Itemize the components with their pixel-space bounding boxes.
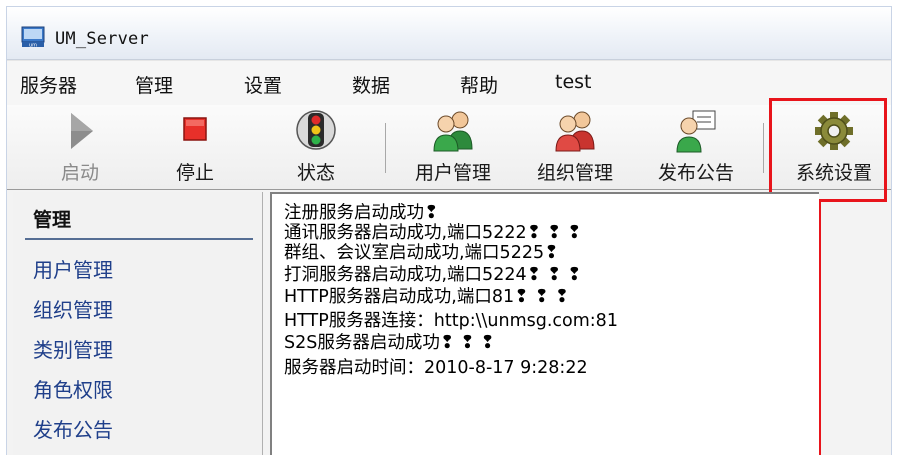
log-line: 打洞服务器启动成功,端口5224❢ ❢ ❢ — [284, 265, 582, 285]
status-button[interactable]: 状态 — [281, 105, 351, 189]
play-icon — [71, 113, 93, 149]
toolbar-separator — [763, 123, 764, 173]
log-line: HTTP服务器启动成功,端口81❢ ❢ ❢ — [284, 287, 570, 307]
organization-management-label: 组织管理 — [536, 162, 613, 184]
panel-divider — [25, 238, 253, 240]
user-management-label: 用户管理 — [414, 162, 491, 184]
log-line: 服务器启动时间：2010-8-17 9:28:22 — [284, 358, 588, 378]
sidebar-item-user-management[interactable]: 用户管理 — [33, 254, 113, 283]
svg-text:um: um — [29, 43, 37, 49]
sidebar-item-organization-management[interactable]: 组织管理 — [33, 294, 113, 323]
log-output[interactable]: 注册服务启动成功❢ 通讯服务器启动成功,端口5222❢ ❢ ❢ 群组、会议室启动… — [270, 192, 819, 455]
menu-bar: 服务器 管理 设置 数据 帮助 test — [7, 60, 891, 106]
window-title: UM_Server — [55, 29, 149, 49]
status-label: 状态 — [296, 162, 335, 184]
log-line: S2S服务器启动成功❢ ❢ ❢ — [284, 333, 495, 353]
menu-help[interactable]: 帮助 — [460, 71, 498, 98]
toolbar: 启动 停止 状态 用户管理 组织管理 发布公告 系统设置 — [7, 105, 891, 190]
panel-header: 管理 — [33, 209, 72, 231]
menu-data[interactable]: 数据 — [352, 71, 390, 98]
log-line: 注册服务启动成功❢ — [284, 203, 439, 223]
log-line: HTTP服务器连接：http:\\unmsg.com:81 — [284, 311, 618, 331]
management-panel: 管理 用户管理 组织管理 类别管理 角色权限 发布公告 — [13, 192, 263, 455]
traffic-light-icon — [296, 110, 336, 150]
log-line: 通讯服务器启动成功,端口5222❢ ❢ ❢ — [284, 223, 582, 243]
menu-server[interactable]: 服务器 — [20, 71, 77, 98]
menu-manage[interactable]: 管理 — [135, 71, 173, 98]
menu-test[interactable]: test — [555, 71, 592, 93]
user-management-button[interactable]: 用户管理 — [401, 105, 505, 189]
announcement-icon — [676, 110, 716, 153]
announcement-label: 发布公告 — [657, 162, 734, 184]
stop-icon — [183, 117, 207, 141]
annotation-highlight-box — [769, 98, 887, 202]
stop-label: 停止 — [175, 162, 214, 184]
organization-management-button[interactable]: 组织管理 — [523, 105, 627, 189]
log-line: 群组、会议室启动成功,端口5225❢ — [284, 243, 559, 263]
sidebar-item-category-management[interactable]: 类别管理 — [33, 334, 113, 363]
menu-settings[interactable]: 设置 — [244, 71, 282, 98]
announcement-button[interactable]: 发布公告 — [644, 105, 748, 189]
organization-icon — [555, 111, 595, 152]
title-bar: um UM_Server — [7, 7, 891, 60]
sidebar-item-role-permissions[interactable]: 角色权限 — [33, 374, 113, 403]
user-group-icon — [433, 111, 473, 152]
start-button[interactable]: 启动 — [45, 105, 115, 189]
toolbar-separator — [385, 123, 386, 173]
stop-button[interactable]: 停止 — [160, 105, 230, 189]
app-icon: um — [21, 26, 45, 48]
start-label: 启动 — [60, 162, 99, 184]
sidebar-item-announcement[interactable]: 发布公告 — [33, 414, 113, 443]
